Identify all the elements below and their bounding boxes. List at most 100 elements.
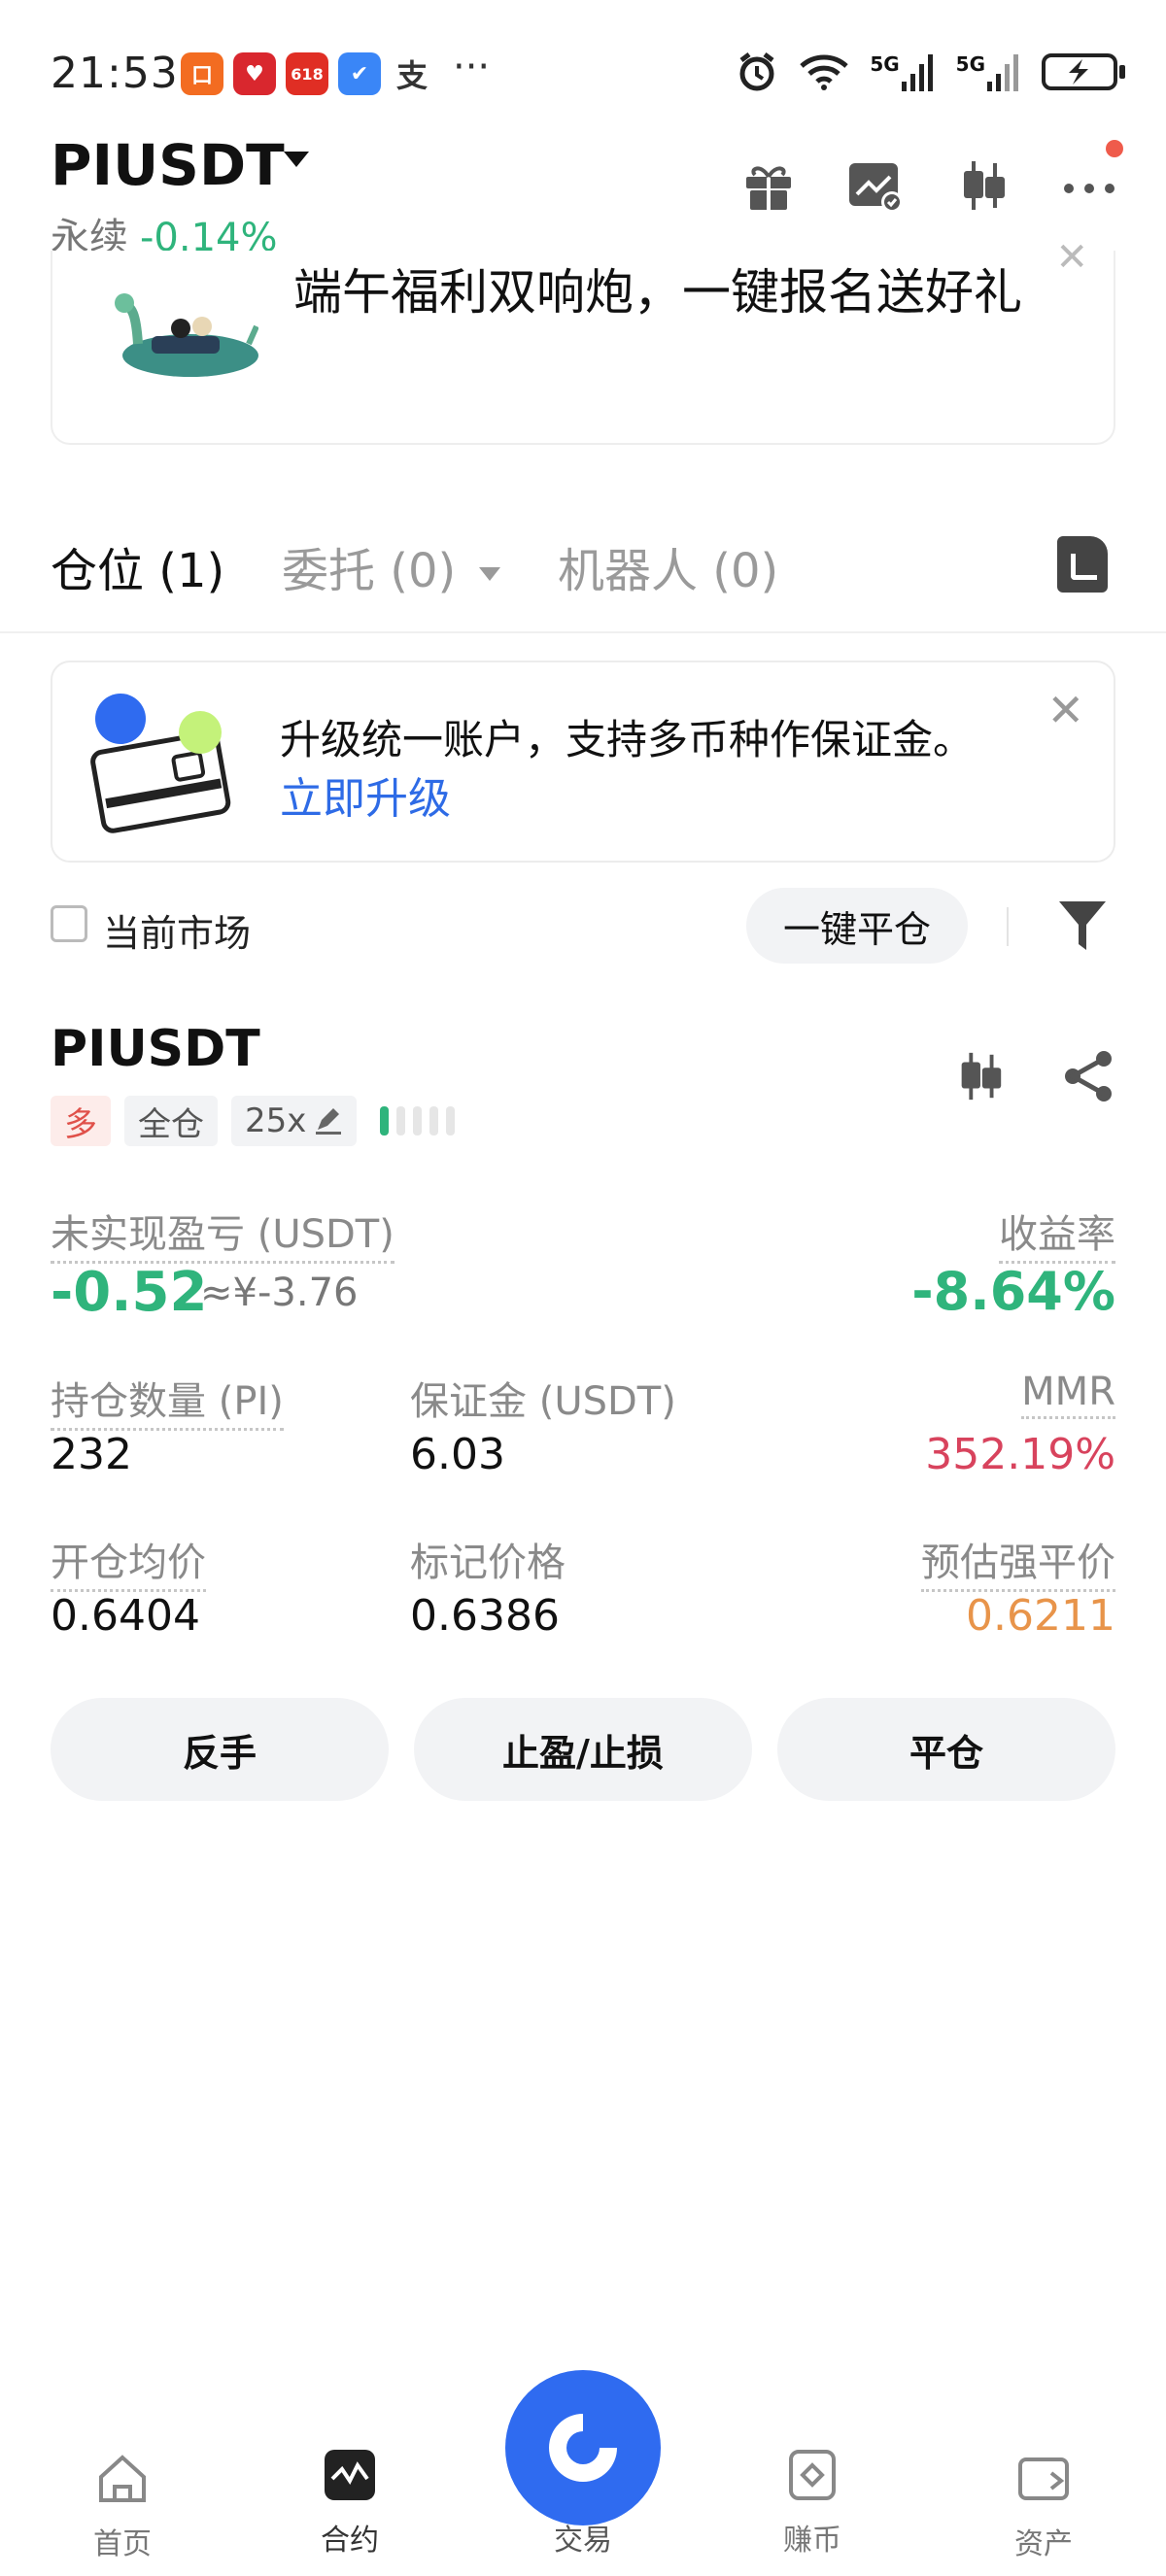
- risk-bar: [396, 1106, 406, 1135]
- unrealized-pnl-value: -0.52: [51, 1261, 208, 1324]
- notification-apps: 口 ♥ 618 ✔ 支: [181, 52, 433, 95]
- dragon-boat-image: [115, 293, 258, 377]
- candlestick-icon[interactable]: [952, 1049, 1007, 1103]
- unrealized-pnl-label[interactable]: 未实现盈亏 (USDT): [51, 1203, 394, 1264]
- close-icon[interactable]: ✕: [1055, 235, 1088, 280]
- upgrade-now-link[interactable]: 立即升级: [280, 763, 451, 826]
- position-tags: 多 全仓 25x: [51, 1096, 456, 1146]
- close-all-button[interactable]: 一键平仓: [746, 888, 968, 964]
- nav-trade-label: 交易: [554, 2524, 612, 2558]
- earn-icon: [789, 2450, 836, 2500]
- close-position-button[interactable]: 平仓: [777, 1698, 1115, 1801]
- entry-price-label[interactable]: 开仓均价: [51, 1531, 206, 1592]
- position-qty-value: 232: [51, 1430, 132, 1479]
- unrealized-pnl-cny: ≈¥-3.76: [200, 1271, 359, 1315]
- wallet-icon: [90, 694, 231, 833]
- nav-trade[interactable]: [505, 2370, 661, 2525]
- caret-down-icon[interactable]: [282, 150, 311, 171]
- share-icon[interactable]: [1061, 1049, 1115, 1103]
- wallet-nav-icon: [1018, 2457, 1069, 2500]
- mmr-label[interactable]: MMR: [1021, 1370, 1115, 1419]
- nav-contract[interactable]: 合约: [272, 2448, 428, 2559]
- signal-bars-icon: [987, 54, 1018, 91]
- symbol-selector[interactable]: PIUSDT: [51, 132, 285, 198]
- nav-earn[interactable]: 赚币: [735, 2448, 890, 2559]
- tabs-divider: [0, 631, 1166, 633]
- nav-assets-label: 资产: [1014, 2527, 1073, 2561]
- nav-assets[interactable]: 资产: [966, 2452, 1121, 2562]
- contract-header: PIUSDT 永续 -0.14%: [0, 126, 1166, 262]
- current-market-label[interactable]: 当前市场: [103, 903, 251, 957]
- contract-icon: [325, 2450, 375, 2500]
- margin-value: 6.03: [410, 1430, 505, 1479]
- appstore-icon: ✔: [338, 52, 381, 95]
- nav-home[interactable]: 首页: [45, 2452, 200, 2562]
- gift-icon[interactable]: [740, 157, 797, 214]
- battery-icon: [1042, 53, 1125, 90]
- signal-5g-icon-2: 5G: [956, 52, 1022, 91]
- signal-bars-icon: [901, 54, 933, 91]
- upgrade-message: 升级统一账户，支持多币种作保证金。: [280, 716, 975, 763]
- tab-positions[interactable]: 仓位 (1): [51, 532, 224, 600]
- risk-bar: [413, 1106, 423, 1135]
- position-qty-label[interactable]: 持仓数量 (PI): [51, 1370, 284, 1431]
- filter-icon[interactable]: [1057, 898, 1108, 956]
- alarm-icon: [739, 52, 774, 91]
- mark-price-value: 0.6386: [410, 1591, 560, 1641]
- roe-value: -8.64%: [911, 1261, 1115, 1322]
- liq-price-value: 0.6211: [966, 1591, 1115, 1641]
- position-action-buttons: 反手 止盈/止损 平仓: [51, 1698, 1115, 1801]
- risk-level-bars: [380, 1106, 456, 1135]
- nav-earn-label: 赚币: [783, 2524, 841, 2558]
- risk-bar: [429, 1106, 439, 1135]
- nav-home-label: 首页: [93, 2527, 152, 2561]
- margin-mode-badge: 全仓: [124, 1096, 218, 1146]
- risk-bar: [446, 1106, 456, 1135]
- tab-bots[interactable]: 机器人 (0): [558, 532, 778, 600]
- trade-icon: [549, 2414, 617, 2482]
- promo-banner[interactable]: 端午福利双响炮，一键报名送好礼 ✕: [51, 235, 1115, 445]
- mmr-value: 352.19%: [925, 1430, 1115, 1479]
- candlestick-icon[interactable]: [954, 157, 1011, 214]
- side-badge: 多: [51, 1096, 111, 1146]
- close-icon[interactable]: ✕: [1046, 684, 1084, 736]
- margin-label: 保证金 (USDT): [410, 1379, 676, 1424]
- status-bar: 21:53 口 ♥ 618 ✔ 支 ··· 5G 5G: [0, 0, 1166, 136]
- meituan-icon: 口: [181, 52, 223, 95]
- edit-icon: [316, 1108, 342, 1135]
- jd-icon: ♥: [233, 52, 276, 95]
- tp-sl-button[interactable]: 止盈/止损: [414, 1698, 752, 1801]
- pdd-icon: 618: [286, 52, 328, 95]
- position-actions-icons: [952, 1049, 1115, 1103]
- reverse-button[interactable]: 反手: [51, 1698, 389, 1801]
- tab-orders[interactable]: 委托 (0): [282, 532, 502, 600]
- network-label: 5G: [870, 52, 900, 76]
- roe-label[interactable]: 收益率: [999, 1203, 1115, 1264]
- liq-price-label[interactable]: 预估强平价: [921, 1531, 1115, 1592]
- system-icons: 5G 5G: [736, 51, 1125, 93]
- upgrade-account-card: 升级统一账户，支持多币种作保证金。 立即升级 ✕: [51, 661, 1115, 863]
- caret-down-icon: [478, 567, 500, 581]
- more-notifications-icon: ···: [453, 45, 491, 89]
- nav-contract-label: 合约: [321, 2524, 379, 2558]
- order-tabs: 仓位 (1) 委托 (0) 机器人 (0): [51, 532, 1115, 600]
- more-menu[interactable]: [1061, 140, 1123, 214]
- mark-price-label: 标记价格: [410, 1541, 566, 1585]
- more-icon[interactable]: [1061, 157, 1117, 214]
- leverage-badge[interactable]: 25x: [231, 1096, 358, 1146]
- status-time: 21:53: [51, 49, 179, 98]
- home-icon: [99, 2455, 146, 2502]
- tab-orders-label: 委托 (0): [282, 544, 457, 598]
- position-filters: 当前市场 一键平仓: [51, 886, 1115, 964]
- risk-bar: [380, 1106, 390, 1135]
- charging-bolt-icon: [1069, 59, 1088, 85]
- header-icons: [740, 140, 1123, 214]
- entry-price-value: 0.6404: [51, 1591, 200, 1641]
- leverage-value: 25x: [245, 1102, 307, 1140]
- network-label: 5G: [955, 52, 985, 76]
- history-doc-icon[interactable]: [1057, 536, 1108, 593]
- signal-5g-icon: 5G: [870, 52, 936, 91]
- notification-dot: [1106, 140, 1123, 157]
- chart-check-icon[interactable]: [847, 157, 904, 214]
- current-market-checkbox[interactable]: [51, 905, 87, 942]
